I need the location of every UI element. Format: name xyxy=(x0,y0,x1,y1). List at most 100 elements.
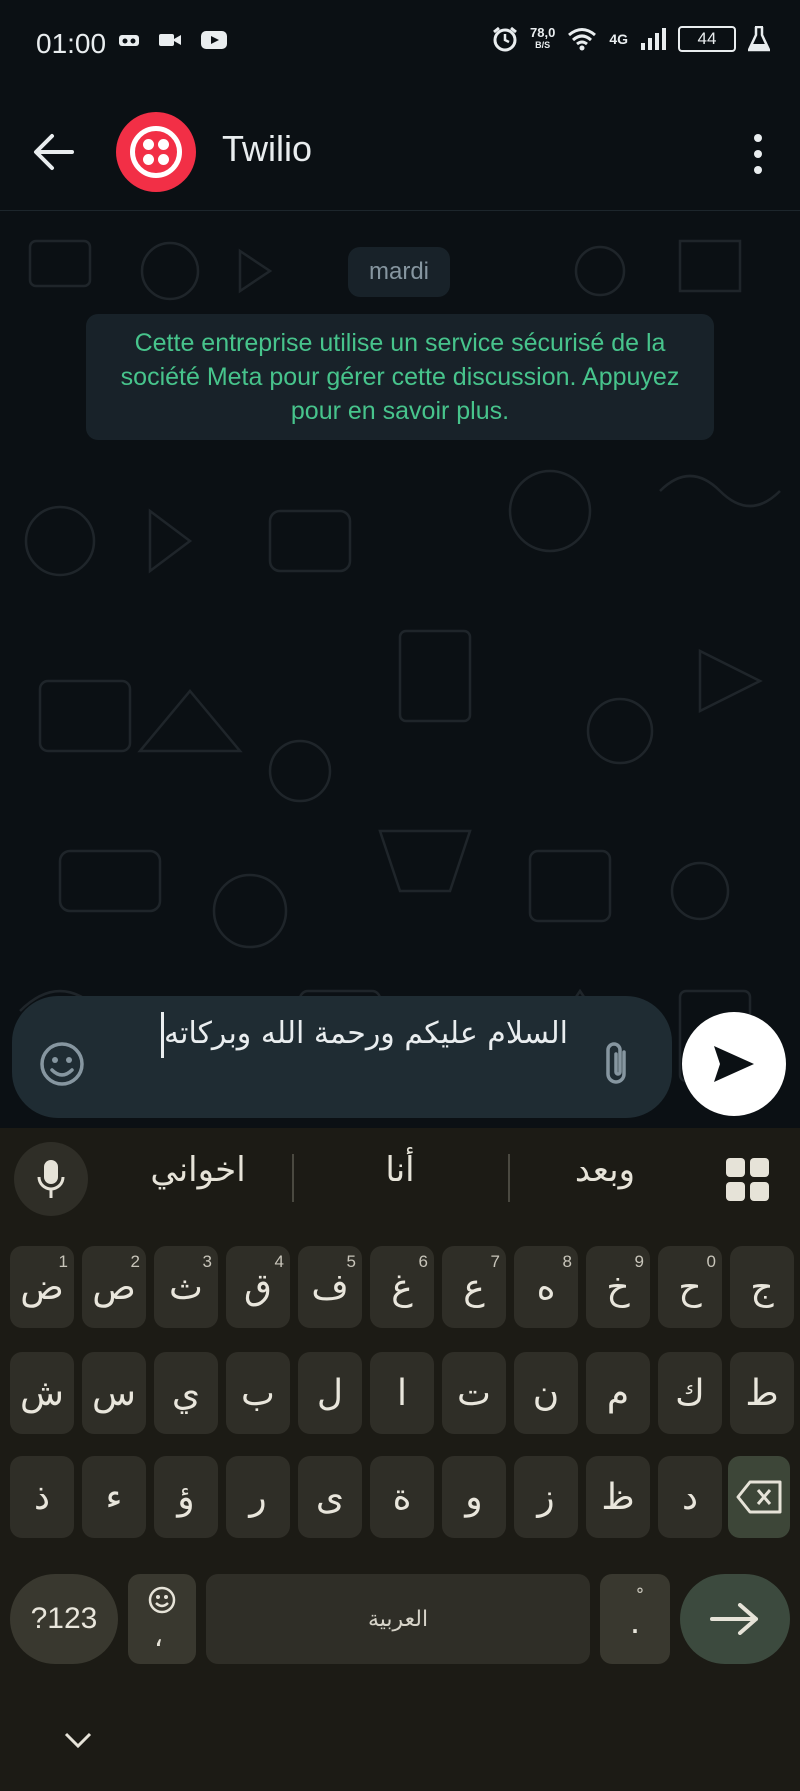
key-label: ج xyxy=(750,1266,774,1308)
key[interactable]: ؤ xyxy=(154,1456,218,1538)
contact-name[interactable]: Twilio xyxy=(222,128,312,170)
suggestion-2[interactable]: أنا xyxy=(340,1150,460,1190)
key[interactable]: ز xyxy=(514,1456,578,1538)
message-input[interactable]: السلام عليكم ورحمة الله وبركاته xyxy=(108,1010,568,1106)
key-label: ر xyxy=(249,1476,267,1518)
key[interactable]: ح0 xyxy=(658,1246,722,1328)
paperclip-icon[interactable] xyxy=(598,1040,636,1088)
key-label: ظ xyxy=(601,1476,635,1518)
symbols-key[interactable]: ?123 xyxy=(10,1574,118,1664)
chat-header: Twilio xyxy=(0,90,800,211)
suggestion-1[interactable]: اخواني xyxy=(138,1150,258,1190)
key[interactable]: ط xyxy=(730,1352,794,1434)
key[interactable]: ذ xyxy=(10,1456,74,1538)
key-number-hint: 0 xyxy=(706,1252,716,1271)
key-number-hint: 4 xyxy=(274,1252,284,1271)
space-key[interactable]: العربية xyxy=(206,1574,590,1664)
key-number-hint: 1 xyxy=(58,1252,68,1271)
key[interactable]: ث3 xyxy=(154,1246,218,1328)
key[interactable]: ا xyxy=(370,1352,434,1434)
video-camera-icon xyxy=(159,34,181,46)
key-label: د xyxy=(681,1476,699,1518)
key-label: ى xyxy=(315,1476,345,1518)
more-options-icon[interactable] xyxy=(746,130,770,178)
status-right-icons: 78,0 B/S 4G 44 xyxy=(492,26,770,52)
key[interactable]: ج xyxy=(730,1246,794,1328)
key-label: ز xyxy=(537,1476,555,1518)
contact-avatar[interactable] xyxy=(116,112,196,192)
key-label: س xyxy=(92,1372,136,1414)
message-composer: السلام عليكم ورحمة الله وبركاته xyxy=(12,996,672,1118)
key[interactable]: ك xyxy=(658,1352,722,1434)
sticker-icon[interactable] xyxy=(38,1040,86,1088)
key-label: ي xyxy=(171,1372,201,1414)
key[interactable]: خ9 xyxy=(586,1246,650,1328)
key[interactable]: ء xyxy=(82,1456,146,1538)
key-label: ض xyxy=(20,1266,64,1308)
net-speed-unit: B/S xyxy=(535,40,551,50)
key-label: ش xyxy=(20,1372,64,1414)
key-label: ؤ xyxy=(177,1476,195,1518)
twilio-logo-icon xyxy=(130,126,182,178)
key[interactable]: ر xyxy=(226,1456,290,1538)
key-label: غ xyxy=(391,1266,413,1308)
key-number-hint: 2 xyxy=(130,1252,140,1271)
key[interactable]: ش xyxy=(10,1352,74,1434)
wifi-icon xyxy=(568,28,597,51)
soft-keyboard: اخواني أنا وبعد ض1ص2ث3ق4ف5غ6ع7ه8خ9ح0ج شس… xyxy=(0,1128,800,1791)
key-label: ة xyxy=(392,1476,412,1518)
key[interactable]: د xyxy=(658,1456,722,1538)
key[interactable]: غ6 xyxy=(370,1246,434,1328)
back-arrow-icon[interactable] xyxy=(30,130,78,174)
key-label: ح xyxy=(678,1266,702,1308)
key-number-hint: 6 xyxy=(418,1252,428,1271)
microphone-icon xyxy=(37,1160,65,1198)
status-time: 01:00 xyxy=(36,28,107,59)
backspace-icon xyxy=(736,1480,782,1514)
encryption-notice[interactable]: Cette entreprise utilise un service sécu… xyxy=(86,314,714,440)
key[interactable]: ق4 xyxy=(226,1246,290,1328)
key-number-hint: 3 xyxy=(202,1252,212,1271)
key[interactable]: ي xyxy=(154,1352,218,1434)
key-number-hint: 5 xyxy=(346,1252,356,1271)
period-key[interactable]: ْ . xyxy=(600,1574,670,1664)
key[interactable]: ض1 xyxy=(10,1246,74,1328)
enter-icon xyxy=(710,1603,758,1635)
key[interactable]: ف5 xyxy=(298,1246,362,1328)
send-button[interactable] xyxy=(682,1012,786,1116)
key[interactable]: ه8 xyxy=(514,1246,578,1328)
youtube-icon xyxy=(201,31,227,49)
apps-grid-icon[interactable] xyxy=(726,1158,770,1202)
battery-indicator: 44 xyxy=(678,26,736,52)
arabic-comma: ، xyxy=(154,1620,164,1653)
key[interactable]: ع7 xyxy=(442,1246,506,1328)
suggestion-3[interactable]: وبعد xyxy=(540,1150,670,1190)
message-text: السلام عليكم ورحمة الله وبركاته xyxy=(164,1016,568,1051)
network-type: 4G xyxy=(609,31,628,47)
suggestion-strip: اخواني أنا وبعد xyxy=(0,1128,800,1222)
key[interactable]: ل xyxy=(298,1352,362,1434)
key-label: ل xyxy=(316,1372,344,1414)
key[interactable]: ظ xyxy=(586,1456,650,1538)
key[interactable]: ت xyxy=(442,1352,506,1434)
battery-level: 44 xyxy=(697,29,717,48)
key-label: ا xyxy=(396,1372,407,1414)
key[interactable]: ن xyxy=(514,1352,578,1434)
chat-area[interactable]: mardi Cette entreprise utilise un servic… xyxy=(0,211,800,1128)
vr-icon xyxy=(119,35,139,46)
key[interactable]: م xyxy=(586,1352,650,1434)
emoji-key[interactable]: ، xyxy=(128,1574,196,1664)
key[interactable]: س xyxy=(82,1352,146,1434)
key[interactable]: ص2 xyxy=(82,1246,146,1328)
chevron-down-icon[interactable] xyxy=(62,1728,94,1752)
key[interactable]: ة xyxy=(370,1456,434,1538)
key[interactable]: و xyxy=(442,1456,506,1538)
enter-key[interactable] xyxy=(680,1574,790,1664)
key[interactable]: ى xyxy=(298,1456,362,1538)
key-number-hint: 7 xyxy=(490,1252,500,1271)
backspace-key[interactable] xyxy=(728,1456,790,1538)
key[interactable]: ب xyxy=(226,1352,290,1434)
voice-input-button[interactable] xyxy=(14,1142,88,1216)
signal-icon xyxy=(641,28,666,50)
key-label: ق xyxy=(244,1266,272,1308)
